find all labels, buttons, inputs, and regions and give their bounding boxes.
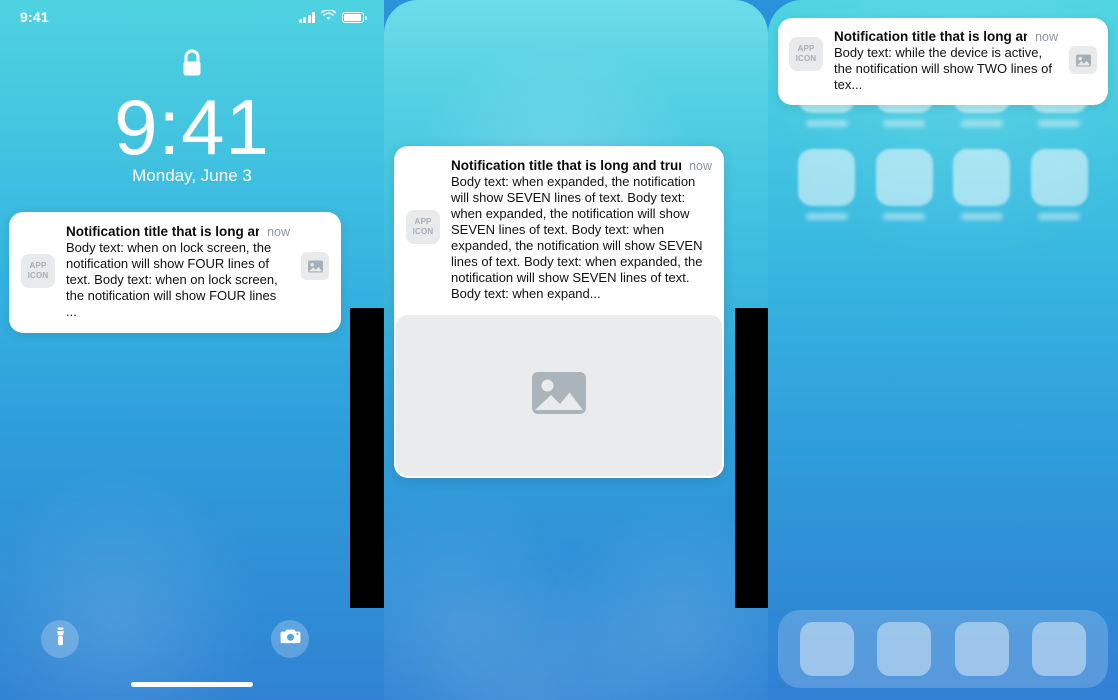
home-screen-panel: APP ICON Notification title that is long… (768, 0, 1118, 700)
app-tile-icon (875, 149, 933, 206)
app-label (960, 120, 1003, 127)
left-mask-bar (350, 308, 384, 608)
notification-timestamp: now (689, 159, 712, 173)
lock-screen-notification[interactable]: APP ICON Notification title that is long… (9, 212, 341, 333)
app-icon-line1: APP (414, 217, 432, 226)
app-tile-icon (953, 149, 1011, 206)
dock-app-icon[interactable] (1032, 622, 1087, 676)
notification-body: Body text: when on lock screen, the noti… (66, 240, 278, 319)
app-label (805, 213, 848, 220)
notification-content: Notification title that is long and trun… (834, 29, 1058, 93)
status-bar-indicators (298, 8, 367, 26)
app-label (1038, 120, 1081, 127)
notification-title: Notification title that is long and trun… (834, 29, 1027, 44)
app-label (1038, 213, 1081, 220)
dock-app-icon[interactable] (954, 622, 1009, 676)
image-placeholder-icon (530, 369, 588, 422)
expanded-notification[interactable]: APP ICON Notification title that is long… (394, 146, 724, 478)
app-cell[interactable] (795, 149, 859, 220)
app-icon: APP ICON (21, 254, 55, 288)
app-icon: APP ICON (789, 37, 823, 71)
home-indicator[interactable] (131, 682, 253, 687)
app-icon-line1: APP (29, 261, 47, 270)
wifi-icon (320, 8, 337, 26)
home-screen-notification-banner[interactable]: APP ICON Notification title that is long… (778, 18, 1108, 105)
status-bar-time: 9:41 (20, 9, 49, 25)
app-label (883, 120, 926, 127)
notification-header: Notification title that is long and trun… (66, 224, 290, 239)
notification-body: Body text: while the device is active, t… (834, 45, 1052, 92)
app-icon: APP ICON (406, 210, 440, 244)
flashlight-icon (53, 627, 68, 651)
dock (778, 610, 1108, 688)
lock-screen-clock: 9:41 (114, 83, 270, 171)
notification-header: Notification title that is long and trun… (834, 29, 1058, 44)
app-cell[interactable] (950, 149, 1014, 220)
app-label (805, 120, 848, 127)
expanded-notification-panel: APP ICON Notification title that is long… (384, 0, 768, 700)
dock-app-icon[interactable] (877, 622, 932, 676)
flashlight-button[interactable] (41, 620, 79, 658)
notification-timestamp: now (267, 225, 290, 239)
cellular-bars-icon (298, 11, 315, 23)
app-label (960, 213, 1003, 220)
notification-image-attachment (396, 315, 722, 476)
notification-content: Notification title that is long and trun… (451, 158, 712, 302)
app-icon-line2: ICON (27, 271, 49, 280)
lock-screen-date: Monday, June 3 (132, 166, 252, 185)
notification-timestamp: now (1035, 30, 1058, 44)
lock-screen-panel: 9:41 9:41 Monday, June 3 APP ICON Notifi… (0, 0, 384, 700)
status-bar: 9:41 (0, 0, 384, 34)
image-placeholder-icon (1069, 46, 1097, 74)
dock-app-icon[interactable] (799, 622, 854, 676)
notification-header: Notification title that is long and trun… (451, 158, 712, 173)
screenshot-stage: 9:41 9:41 Monday, June 3 APP ICON Notifi… (0, 0, 1118, 700)
image-placeholder-icon (301, 252, 329, 280)
app-cell[interactable] (1027, 149, 1091, 220)
right-mask-bar (735, 308, 768, 608)
app-cell[interactable] (872, 149, 936, 220)
notification-content: Notification title that is long and trun… (66, 224, 290, 320)
camera-button[interactable] (271, 620, 309, 658)
app-icon-line2: ICON (412, 227, 434, 236)
notification-body: Body text: when expanded, the notificati… (451, 174, 703, 301)
app-row (768, 149, 1118, 220)
lock-icon (179, 48, 205, 85)
battery-icon (342, 11, 367, 23)
notification-title: Notification title that is long and trun… (451, 158, 682, 173)
app-icon-line1: APP (797, 44, 815, 53)
app-tile-icon (798, 149, 856, 206)
camera-icon (280, 628, 301, 650)
app-label (883, 213, 926, 220)
notification-title: Notification title that is long and trun… (66, 224, 259, 239)
app-tile-icon (1030, 149, 1088, 206)
app-icon-line2: ICON (795, 54, 817, 63)
expanded-notification-top: APP ICON Notification title that is long… (394, 146, 724, 315)
